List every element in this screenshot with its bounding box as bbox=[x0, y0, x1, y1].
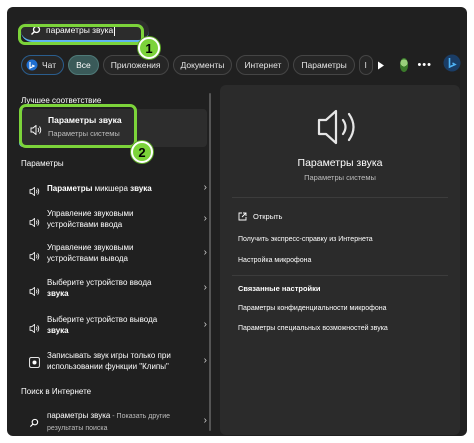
list-item-label: Выберите устройство вывода звука bbox=[47, 315, 158, 335]
list-item[interactable]: Выберите устройство ввода звука › bbox=[19, 276, 207, 302]
web-search-item[interactable]: параметры звука - Показать другие результ… bbox=[19, 409, 207, 435]
list-item-label: Параметры микшера звука bbox=[47, 184, 152, 193]
search-icon bbox=[29, 415, 39, 433]
preview-title: Параметры звука bbox=[297, 157, 383, 169]
speaker-large-icon bbox=[316, 107, 362, 152]
filter-documents[interactable]: Документы bbox=[172, 55, 233, 75]
list-item-label: Управление звуковыми устройствами ввода bbox=[47, 209, 134, 229]
chevron-right-icon: › bbox=[203, 213, 207, 224]
preview-pane: Параметры звука Параметры системы Открыт… bbox=[220, 85, 460, 435]
mic-privacy-link[interactable]: Параметры конфиденциальности микрофона bbox=[238, 305, 387, 312]
filter-chat[interactable]: Чат bbox=[21, 55, 65, 75]
filter-settings[interactable]: Параметры bbox=[293, 55, 355, 75]
list-item[interactable]: Управление звуковыми устройствами ввода › bbox=[19, 207, 207, 233]
scrollbar[interactable] bbox=[209, 93, 211, 431]
list-item[interactable]: Параметры микшера звука › bbox=[19, 181, 207, 197]
speaker-icon bbox=[29, 248, 40, 266]
filter-apps[interactable]: Приложения bbox=[102, 55, 169, 75]
chevron-right-icon: › bbox=[203, 247, 207, 258]
step-badge-1: 1 bbox=[138, 37, 160, 59]
filter-internet[interactable]: Интернет bbox=[236, 55, 290, 75]
chevron-right-icon: › bbox=[203, 415, 207, 426]
list-item-label: Выберите устройство ввода звука bbox=[47, 278, 152, 298]
speaker-icon bbox=[29, 283, 40, 301]
list-item[interactable]: Выберите устройство вывода звука › bbox=[19, 313, 207, 339]
settings-header: Параметры bbox=[21, 159, 64, 168]
quick-help-link[interactable]: Получить экспресс-справку из Интернета bbox=[238, 236, 373, 243]
sound-accessibility-link[interactable]: Параметры специальных возможностей звука bbox=[238, 325, 388, 332]
list-item-label: Управление звуковыми устройствами вывода bbox=[47, 243, 134, 263]
highlight-best-match bbox=[19, 104, 137, 148]
speaker-icon bbox=[29, 320, 40, 338]
filter-chat-label: Чат bbox=[42, 60, 57, 70]
divider bbox=[232, 275, 448, 276]
web-search-label: параметры звука - Показать другие результ… bbox=[47, 411, 171, 432]
speaker-icon bbox=[29, 183, 40, 201]
chevron-right-icon: › bbox=[203, 282, 207, 293]
chevron-right-icon: › bbox=[203, 182, 207, 193]
play-icon[interactable] bbox=[377, 55, 386, 75]
highlight-search-box bbox=[18, 24, 144, 45]
bing-logo-icon[interactable] bbox=[443, 54, 461, 77]
related-settings-header: Связанные настройки bbox=[238, 284, 321, 293]
speaker-icon bbox=[29, 214, 40, 232]
more-options-icon[interactable]: ••• bbox=[417, 59, 432, 71]
filter-bar: Чат Все Приложения Документы Интернет Па… bbox=[21, 54, 461, 76]
open-button[interactable]: Открыть bbox=[238, 212, 282, 221]
list-item-label: Записывать звук игры только при использов… bbox=[47, 351, 171, 371]
game-capture-icon bbox=[29, 355, 40, 373]
list-item[interactable]: Записывать звук игры только при использов… bbox=[19, 349, 207, 375]
filter-truncated[interactable]: l bbox=[358, 55, 373, 75]
divider bbox=[232, 197, 448, 198]
web-search-header: Поиск в Интернете bbox=[21, 387, 92, 396]
list-item[interactable]: Управление звуковыми устройствами вывода … bbox=[19, 241, 207, 267]
open-label: Открыть bbox=[253, 212, 283, 221]
chevron-right-icon: › bbox=[203, 319, 207, 330]
mic-setup-link[interactable]: Настройка микрофона bbox=[238, 257, 311, 264]
step-badge-2: 2 bbox=[131, 141, 153, 163]
search-window: параметры звука Чат Все Приложения Докум… bbox=[7, 7, 467, 436]
chevron-right-icon: › bbox=[203, 355, 207, 366]
bing-chat-icon bbox=[26, 59, 38, 71]
filter-all[interactable]: Все bbox=[68, 55, 99, 75]
avatar[interactable] bbox=[399, 58, 409, 72]
open-external-icon bbox=[238, 212, 247, 221]
preview-subtitle: Параметры системы bbox=[304, 173, 376, 182]
